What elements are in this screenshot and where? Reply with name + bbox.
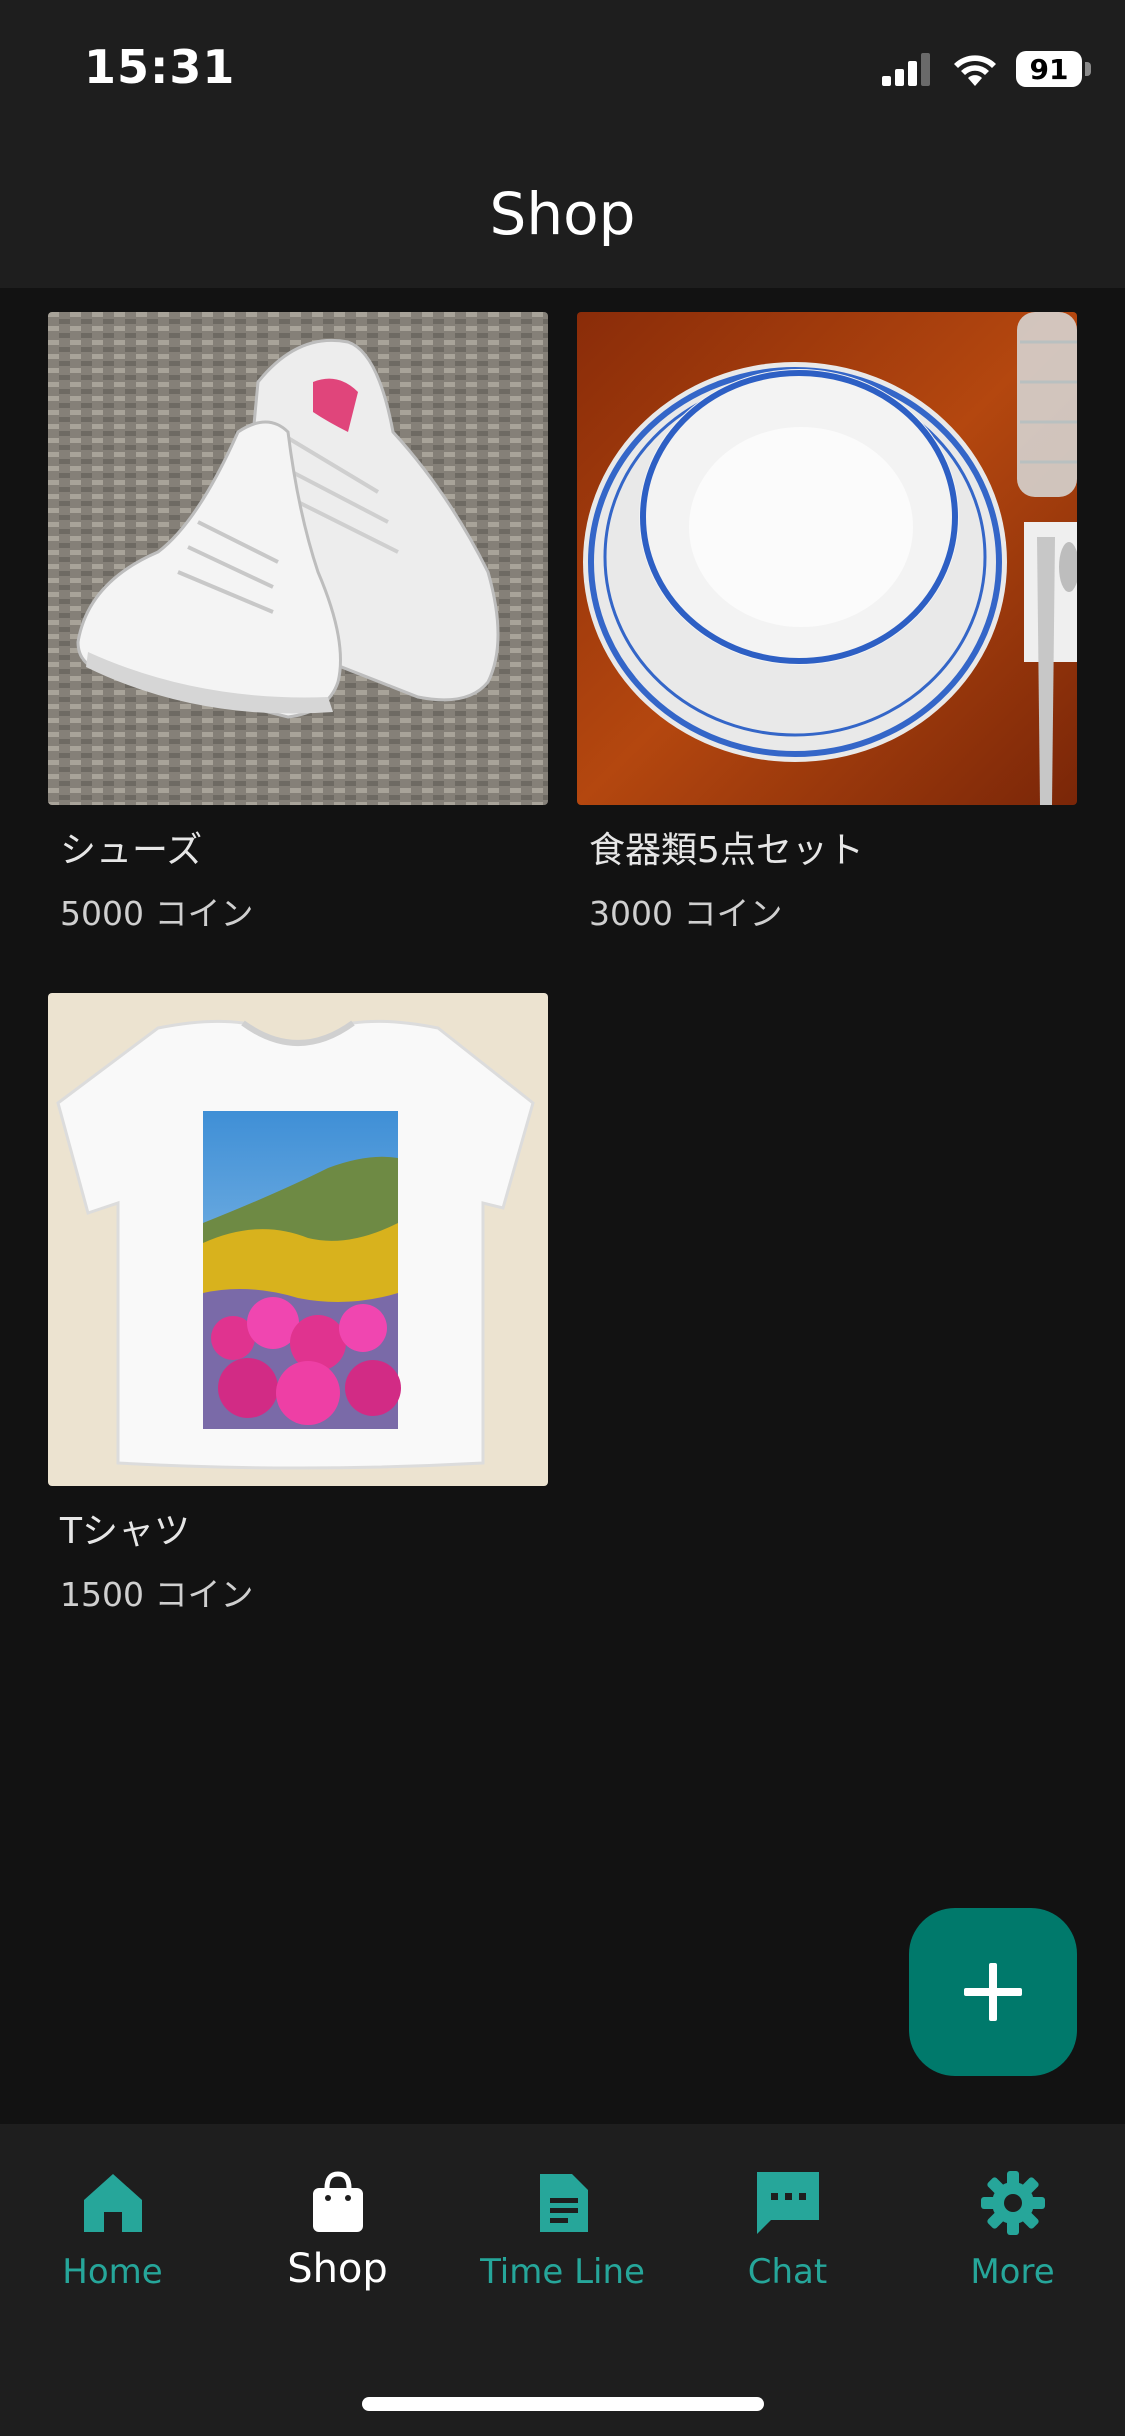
- nav-item-more[interactable]: More: [900, 2168, 1125, 2292]
- add-button[interactable]: [909, 1908, 1077, 2076]
- nav-label: Time Line: [480, 2252, 645, 2292]
- white-sneakers-photo: [48, 312, 548, 805]
- app-bar: Shop: [0, 140, 1125, 288]
- product-name: 食器類5点セット: [589, 830, 864, 871]
- nav-label: Shop: [287, 2246, 388, 2292]
- status-icons: 91: [882, 48, 1091, 90]
- product-image-shoes[interactable]: [48, 312, 548, 805]
- status-time: 15:31: [84, 40, 236, 94]
- gear-icon: [980, 2171, 1045, 2235]
- page-title: Shop: [489, 180, 636, 248]
- bottom-nav: Home Shop Time Line Chat More: [0, 2124, 1125, 2436]
- home-indicator[interactable]: [362, 2397, 764, 2411]
- product-price: 1500 コイン: [60, 1575, 254, 1614]
- wifi-icon: [954, 55, 996, 86]
- nav-label: Chat: [747, 2252, 828, 2292]
- nav-item-home[interactable]: Home: [0, 2168, 225, 2292]
- nav-label: More: [970, 2252, 1055, 2292]
- product-name: Tシャツ: [60, 1511, 190, 1552]
- shopping-bag-icon: [312, 2171, 363, 2232]
- product-card-tshirt[interactable]: Tシャツ 1500 コイン: [48, 993, 548, 1616]
- product-price: 5000 コイン: [60, 894, 254, 933]
- product-card-shoes[interactable]: シューズ 5000 コイン: [48, 312, 548, 935]
- product-price: 3000 コイン: [589, 894, 783, 933]
- nav-item-chat[interactable]: Chat: [675, 2168, 900, 2292]
- battery-level: 91: [1016, 51, 1082, 87]
- battery-icon: 91: [1016, 51, 1091, 87]
- nav-item-timeline[interactable]: Time Line: [450, 2168, 675, 2292]
- plus-icon: [964, 1963, 1022, 2021]
- chat-bubble-icon: [756, 2172, 819, 2234]
- home-icon: [83, 2174, 142, 2232]
- cellular-signal-icon: [882, 53, 930, 86]
- printed-tshirt-photo: [48, 993, 548, 1486]
- product-image-tshirt[interactable]: [48, 993, 548, 1486]
- nav-label: Home: [62, 2252, 163, 2292]
- document-icon: [539, 2174, 588, 2232]
- product-name: シューズ: [60, 830, 203, 871]
- product-card-tableware[interactable]: 食器類5点セット 3000 コイン: [577, 312, 1077, 935]
- nav-item-shop[interactable]: Shop: [225, 2168, 450, 2292]
- status-bar: 15:31 91: [0, 0, 1125, 140]
- blue-rimmed-plates-photo: [577, 312, 1077, 805]
- product-image-tableware[interactable]: [577, 312, 1077, 805]
